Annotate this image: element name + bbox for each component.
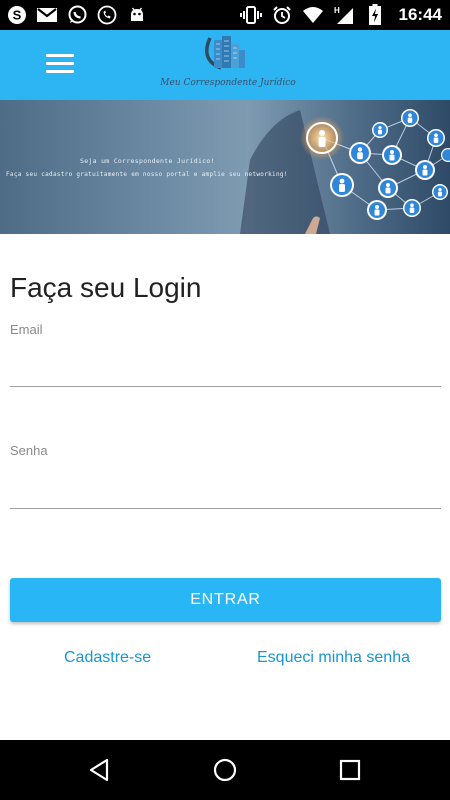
email-field[interactable] — [10, 351, 441, 387]
login-button[interactable]: ENTRAR — [10, 578, 441, 622]
whatsapp-icon — [66, 4, 88, 26]
register-link[interactable]: Cadastre-se — [64, 649, 151, 667]
app-bar: Meu Correspondente Jurídico — [0, 30, 450, 100]
alarm-icon — [271, 4, 293, 26]
gmail-icon — [36, 4, 58, 26]
home-button[interactable] — [210, 755, 240, 785]
recents-button[interactable] — [335, 755, 365, 785]
system-icons: H 16:44 — [239, 4, 442, 26]
logo-text: Meu Correspondente Jurídico — [160, 78, 296, 88]
phone-call-icon — [96, 4, 118, 26]
hamburger-icon — [46, 54, 74, 57]
network-illustration — [240, 109, 450, 234]
page-title: Faça seu Login — [10, 272, 202, 303]
email-label: Email — [10, 322, 43, 337]
hero-banner: Seja um Correspondente Jurídico! Faça se… — [0, 100, 450, 234]
svg-text:H: H — [334, 6, 340, 15]
notification-icons: S — [6, 4, 148, 26]
wifi-icon — [302, 4, 324, 26]
android-icon — [126, 4, 148, 26]
status-bar: S H 16:44 — [0, 0, 450, 30]
building-logo-icon — [205, 36, 245, 70]
app-logo: Meu Correspondente Jurídico — [148, 30, 308, 100]
signal-h-icon: H — [333, 4, 355, 26]
banner-subtext: Faça seu cadastro gratuitamente em nosso… — [6, 171, 288, 178]
system-nav-bar — [0, 740, 450, 800]
home-icon — [213, 758, 237, 782]
battery-charging-icon — [364, 4, 386, 26]
password-label: Senha — [10, 443, 48, 458]
menu-button[interactable] — [46, 54, 74, 76]
clock: 16:44 — [398, 5, 442, 24]
recents-icon — [339, 759, 361, 781]
forgot-password-link[interactable]: Esqueci minha senha — [257, 649, 410, 667]
back-icon — [89, 758, 109, 782]
svg-text:S: S — [13, 8, 22, 23]
banner-headline: Seja um Correspondente Jurídico! — [80, 157, 215, 165]
password-field[interactable] — [10, 473, 441, 509]
skype-icon: S — [6, 4, 28, 26]
back-button[interactable] — [85, 755, 115, 785]
vibrate-icon — [239, 4, 262, 26]
